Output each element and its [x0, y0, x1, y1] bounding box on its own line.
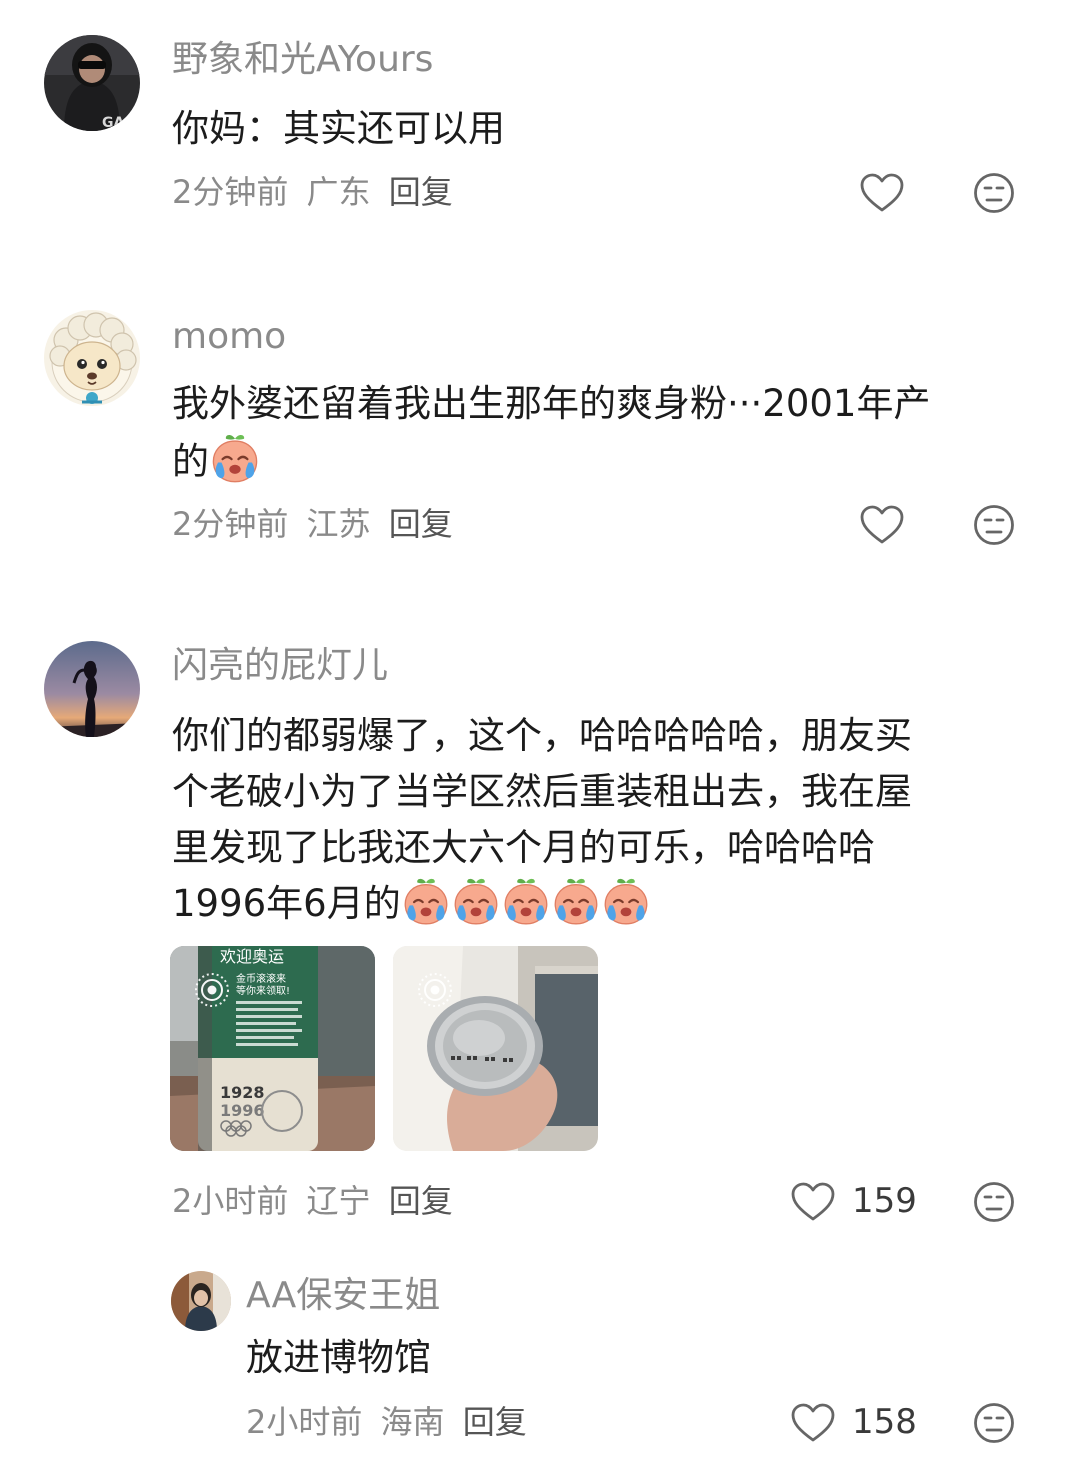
heart-outline-icon[interactable] [791, 1403, 835, 1443]
location: 海南 [380, 1403, 445, 1441]
username[interactable]: AA保安王姐 [246, 1274, 440, 1318]
timestamp: 2小时前 [246, 1403, 363, 1441]
like-count: 158 [852, 1402, 917, 1442]
comment-meta: 2小时前 海南 回复 [246, 1402, 535, 1442]
reply-button[interactable]: 回复 [463, 1403, 527, 1441]
reply-comment: AA保安王姐 放进博物馆 2小时前 海南 回复 158 [0, 0, 1079, 1461]
avatar[interactable] [171, 1271, 231, 1331]
comment-text: 放进博物馆 [246, 1336, 431, 1379]
dislike-face-icon[interactable] [973, 1402, 1015, 1444]
